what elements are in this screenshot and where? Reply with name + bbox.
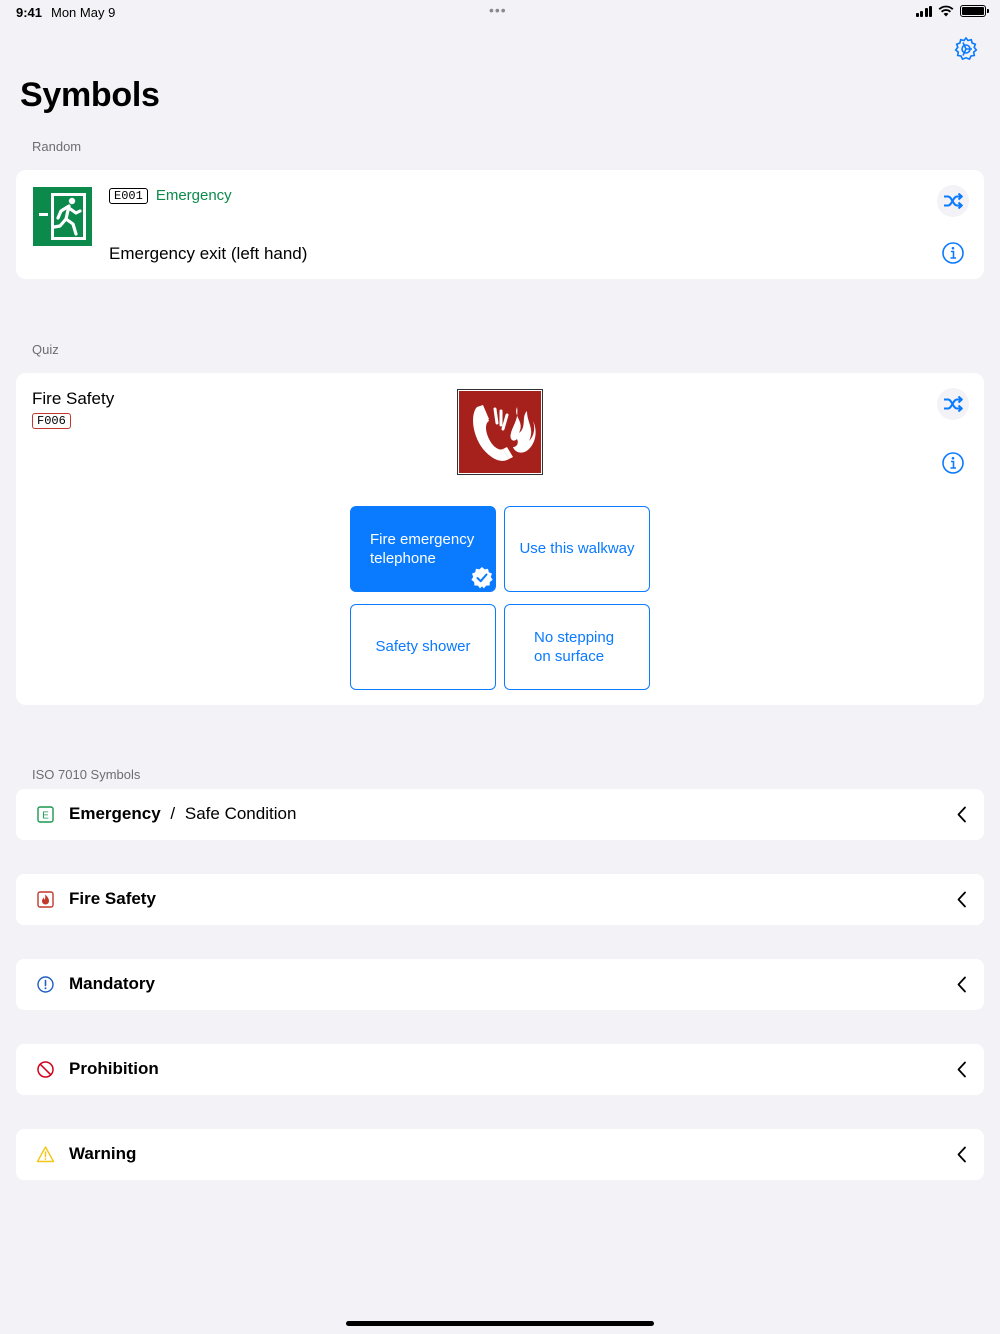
quiz-section-label: Quiz — [32, 342, 59, 357]
wifi-icon — [938, 5, 954, 17]
row-separator: / — [170, 804, 176, 823]
status-date: Mon May 9 — [51, 5, 116, 20]
page-title: Symbols — [20, 76, 160, 114]
chevron-left-icon — [957, 891, 966, 908]
answer-label: Use this walkway — [519, 540, 635, 558]
chevron-left-icon — [957, 806, 966, 823]
answer-label: No stepping on surface — [534, 628, 615, 666]
shuffle-quiz-button[interactable] — [937, 388, 969, 420]
chevron-left-icon — [957, 1061, 966, 1078]
row-sublabel: Safe Condition — [184, 804, 297, 823]
category-row-warning[interactable]: Warning — [16, 1129, 984, 1180]
answer-option-3[interactable]: Safety shower — [350, 604, 496, 690]
quiz-card: Fire Safety F006 Fire emergency telephon… — [16, 373, 984, 705]
category-row-emergency[interactable]: E Emergency / Safe Condition — [16, 789, 984, 840]
checkmark-seal-icon — [471, 567, 493, 589]
quiz-category: Fire Safety — [32, 389, 115, 408]
symbol-code-badge: E001 — [109, 187, 148, 204]
prohibition-icon — [37, 1061, 54, 1078]
answer-option-4[interactable]: No stepping on surface — [504, 604, 650, 690]
symbol-name: Emergency exit (left hand) — [109, 244, 308, 263]
category-row-fire-safety[interactable]: Fire Safety — [16, 874, 984, 925]
random-section-label: Random — [32, 139, 82, 154]
shuffle-icon — [944, 396, 963, 412]
row-label: Prohibition — [69, 1059, 159, 1078]
svg-text:E: E — [42, 811, 49, 822]
row-label: Mandatory — [69, 974, 155, 993]
home-indicator[interactable] — [346, 1321, 654, 1326]
iso-section-label: ISO 7010 Symbols — [32, 767, 141, 782]
shuffle-icon — [944, 193, 963, 209]
cellular-signal-icon — [915, 5, 932, 17]
multitasking-dots[interactable]: ••• — [489, 2, 507, 18]
row-label: Emergency — [69, 804, 161, 823]
answer-label: Fire emergency telephone — [370, 530, 475, 568]
mandatory-icon — [37, 976, 54, 993]
emergency-icon: E — [37, 806, 54, 823]
chevron-left-icon — [957, 976, 966, 993]
answer-option-1[interactable]: Fire emergency telephone — [350, 506, 496, 592]
warning-icon — [36, 1146, 55, 1163]
row-label: Fire Safety — [69, 889, 156, 908]
status-bar: 9:41 Mon May 9 ••• — [0, 0, 1000, 26]
category-row-mandatory[interactable]: Mandatory — [16, 959, 984, 1010]
category-row-prohibition[interactable]: Prohibition — [16, 1044, 984, 1095]
shuffle-random-button[interactable] — [937, 185, 969, 217]
settings-gear-icon[interactable] — [952, 35, 980, 63]
status-time: 9:41 — [16, 5, 43, 20]
status-indicators — [915, 5, 989, 17]
fire-safety-icon — [37, 891, 54, 908]
row-label: Warning — [69, 1144, 137, 1163]
fire-emergency-telephone-sign-icon — [457, 389, 543, 475]
quiz-code-badge: F006 — [32, 413, 71, 429]
emergency-exit-sign-icon — [33, 187, 92, 246]
battery-icon — [960, 5, 989, 17]
info-icon[interactable] — [941, 241, 965, 265]
symbol-category: Emergency — [155, 187, 232, 204]
info-icon[interactable] — [941, 451, 965, 475]
answer-option-2[interactable]: Use this walkway — [504, 506, 650, 592]
chevron-left-icon — [957, 1146, 966, 1163]
random-card[interactable]: E001 Emergency Emergency exit (left hand… — [16, 170, 984, 279]
answer-label: Safety shower — [375, 638, 471, 656]
